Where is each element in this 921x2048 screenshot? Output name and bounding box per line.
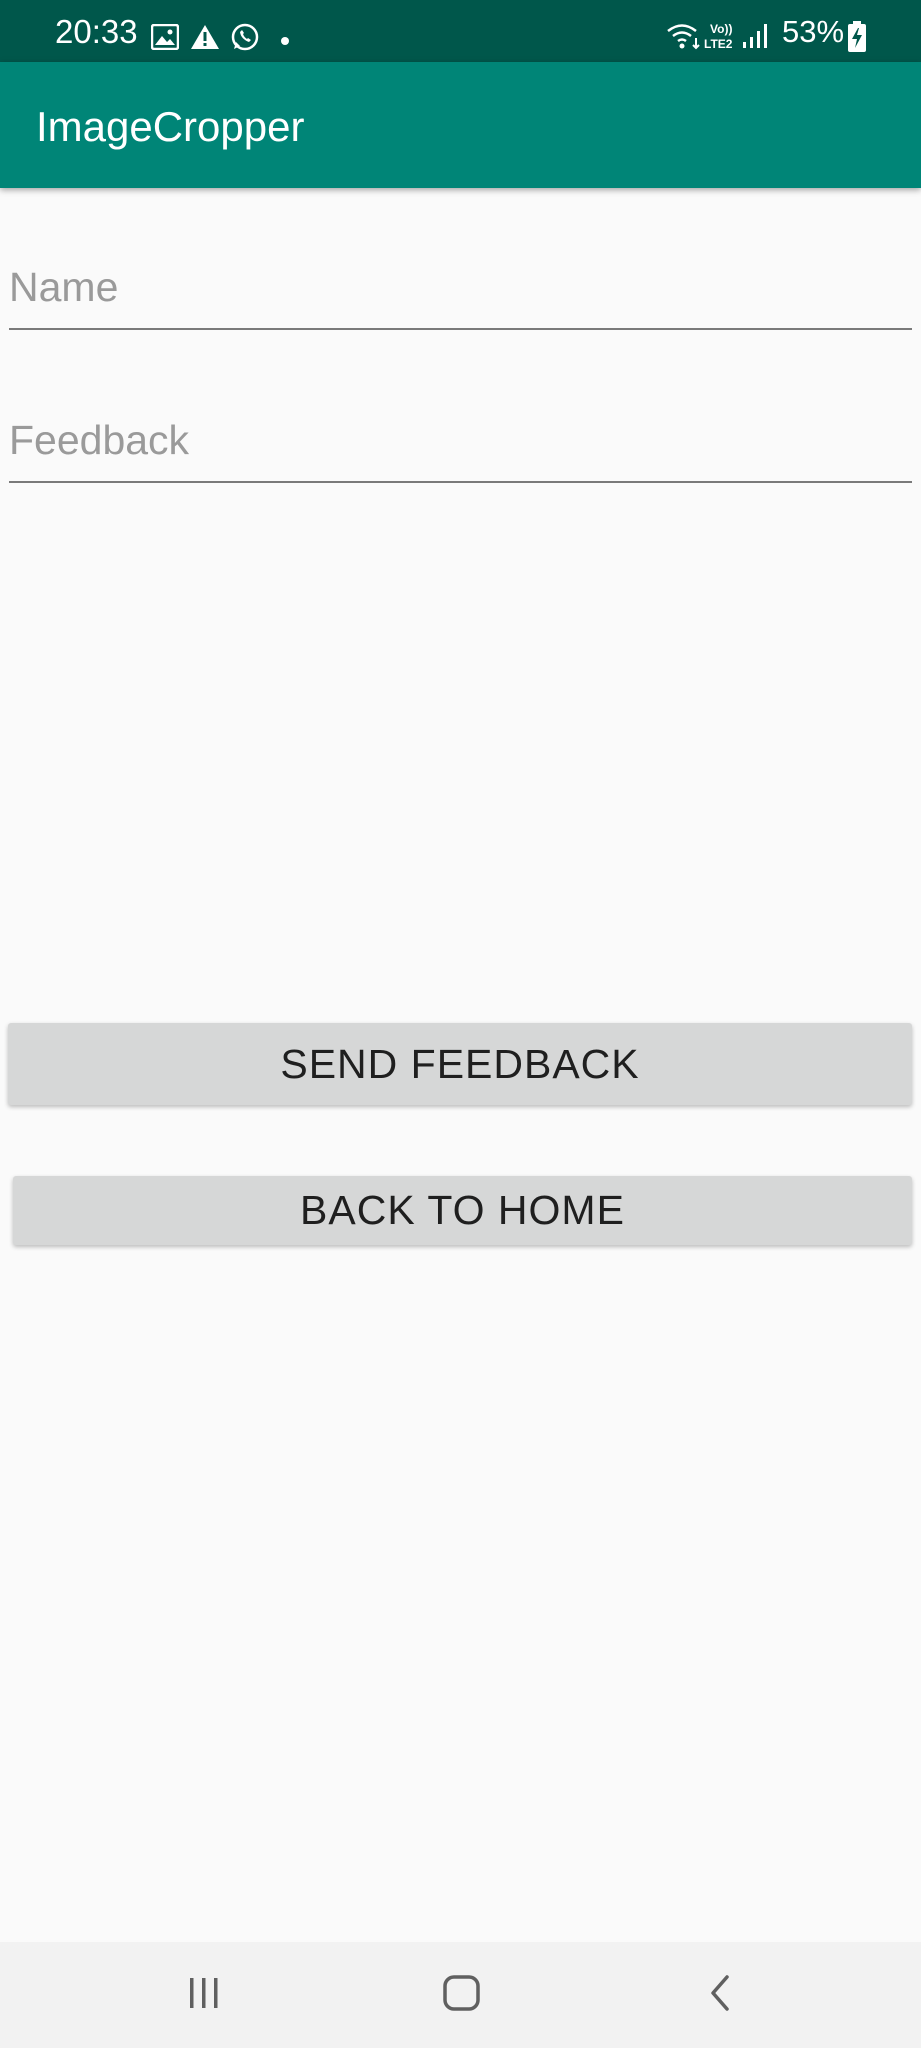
home-icon [442,1974,482,2017]
svg-text:Vo)): Vo)) [710,22,732,36]
recents-icon [186,1976,222,2015]
app-title: ImageCropper [36,103,305,150]
image-icon [150,23,180,52]
back-button[interactable] [680,1962,760,2028]
battery-percentage: 53% [782,14,845,49]
dot-icon [280,33,290,61]
svg-text:LTE2: LTE2 [704,37,733,51]
send-feedback-button[interactable]: SEND FEEDBACK [8,1023,912,1105]
status-time: 20:33 [55,13,138,50]
wifi-icon [666,22,702,50]
app-bar: ImageCropper [0,62,921,188]
back-icon [705,1974,735,2017]
feedback-input[interactable] [9,405,912,483]
status-bar: 20:33 Vo)) LTE2 53% [0,0,921,62]
battery-icon [847,21,867,52]
signal-icon [742,22,772,50]
navigation-bar [0,1942,921,2048]
name-input[interactable] [9,252,912,330]
recents-button[interactable] [164,1962,244,2028]
whatsapp-icon [230,22,260,51]
back-to-home-button[interactable]: BACK TO HOME [13,1176,912,1245]
warning-icon [190,24,220,52]
home-button[interactable] [422,1962,502,2028]
volte-icon: Vo)) LTE2 [704,20,738,51]
